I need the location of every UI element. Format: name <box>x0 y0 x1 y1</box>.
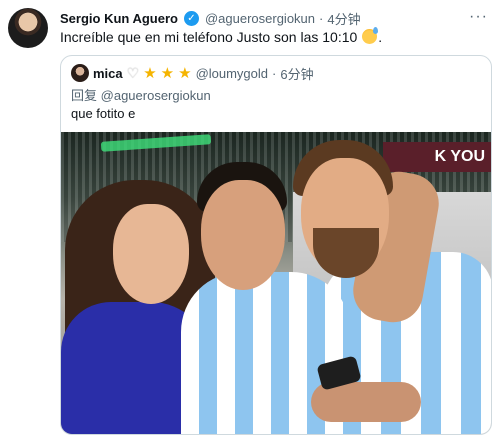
replying-to: 回复 @aguerosergiokun <box>71 85 211 104</box>
stadium-banner: K YOU <box>383 142 491 172</box>
star-icon: ★ <box>160 64 175 82</box>
author-handle[interactable]: @aguerosergiokun <box>205 11 315 26</box>
quoted-tweet-timestamp[interactable]: 6分钟 <box>280 64 313 83</box>
separator-dot: · <box>319 10 324 26</box>
more-options-icon[interactable]: ··· <box>469 8 488 26</box>
separator-dot: · <box>272 65 277 81</box>
tweet-text-tail: . <box>378 29 383 45</box>
author-avatar[interactable] <box>8 8 48 48</box>
verified-badge-icon: ✓ <box>183 10 199 26</box>
man-center-face <box>201 180 285 290</box>
quoted-author-avatar[interactable] <box>71 64 89 82</box>
star-icon: ★ <box>143 64 157 82</box>
white-heart-icon: ♡ <box>126 64 140 81</box>
tweet-text: Increíble que en mi teléfono Justo son l… <box>60 27 480 46</box>
tweet: Sergio Kun Aguero ✓ @aguerosergiokun · 4… <box>0 0 500 440</box>
tweet-text-body: Increíble que en mi teléfono Justo son l… <box>60 29 358 45</box>
quoted-author-handle[interactable]: @loumygold <box>196 66 268 81</box>
quoted-tweet-text: que fotito e <box>71 106 136 121</box>
reply-prefix: 回复 <box>71 88 98 103</box>
sweat-smile-emoji-icon <box>362 27 379 44</box>
reply-mention-link[interactable]: @aguerosergiokun <box>101 88 211 103</box>
tweet-header: Sergio Kun Aguero ✓ @aguerosergiokun · 4… <box>60 9 361 27</box>
quoted-tweet-header: mica ♡ ★ ★ ★ @loumygold · 6分钟 <box>71 64 314 82</box>
woman-face <box>113 204 189 304</box>
author-name[interactable]: Sergio Kun Aguero <box>60 11 178 26</box>
tweet-timestamp[interactable]: 4分钟 <box>327 9 360 28</box>
quoted-author-name[interactable]: mica <box>93 66 123 81</box>
star-icon: ★ <box>178 64 192 82</box>
quoted-tweet-photo[interactable]: K YOU <box>61 132 491 434</box>
quoted-tweet[interactable]: mica ♡ ★ ★ ★ @loumygold · 6分钟 回复 @aguero… <box>60 55 492 435</box>
